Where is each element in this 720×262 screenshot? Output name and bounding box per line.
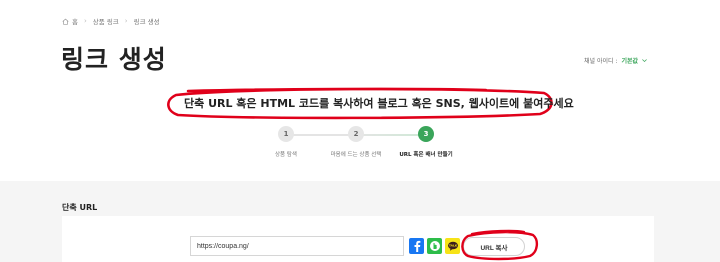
chevron-right-icon: › bbox=[83, 17, 87, 25]
step-1: 1 상품 탐색 bbox=[256, 126, 316, 158]
step-progress: 1 상품 탐색 2 마음에 드는 상품 선택 3 URL 혹은 배너 만들기 bbox=[256, 126, 453, 166]
kakaotalk-icon: TALK bbox=[447, 241, 458, 251]
channel-id-value[interactable]: 기본값 bbox=[621, 56, 638, 65]
instruction-banner: 단축 URL 혹은 HTML 코드를 복사하여 블로그 혹은 SNS, 웹사이트… bbox=[164, 86, 574, 120]
band-icon bbox=[429, 241, 440, 251]
step-label: 상품 탐색 bbox=[275, 152, 297, 158]
short-url-field[interactable] bbox=[190, 236, 404, 256]
breadcrumb-current: 링크 생성 bbox=[133, 18, 160, 26]
breadcrumb-product-link[interactable]: 상품 링크 bbox=[93, 16, 119, 26]
short-url-title: 단축 URL bbox=[62, 203, 98, 212]
home-icon[interactable] bbox=[62, 18, 69, 25]
band-share-button[interactable] bbox=[427, 238, 442, 254]
page-title: 링크 생성 bbox=[61, 45, 167, 74]
facebook-share-button[interactable] bbox=[409, 238, 424, 254]
step-number: 2 bbox=[348, 126, 364, 142]
step-label: 마음에 드는 상품 선택 bbox=[330, 152, 382, 158]
channel-id-label: 채널 아이디 : bbox=[584, 58, 618, 65]
chevron-right-icon: › bbox=[124, 17, 128, 25]
channel-id-selector[interactable]: 채널 아이디 : 기본값 bbox=[584, 56, 648, 65]
step-3: 3 URL 혹은 배너 만들기 bbox=[396, 126, 456, 158]
breadcrumb: 홈 › 상품 링크 › 링크 생성 bbox=[62, 16, 160, 26]
step-2: 2 마음에 드는 상품 선택 bbox=[326, 126, 386, 158]
chevron-down-icon[interactable] bbox=[641, 57, 648, 64]
annotation-oval bbox=[461, 229, 538, 261]
breadcrumb-home[interactable]: 홈 bbox=[72, 16, 78, 26]
instruction-text: 단축 URL 혹은 HTML 코드를 복사하여 블로그 혹은 SNS, 웹사이트… bbox=[184, 97, 574, 110]
step-number: 1 bbox=[278, 126, 294, 142]
svg-text:TALK: TALK bbox=[448, 244, 457, 248]
step-number: 3 bbox=[418, 126, 434, 142]
step-label: URL 혹은 배너 만들기 bbox=[399, 152, 453, 158]
facebook-icon bbox=[414, 240, 420, 252]
